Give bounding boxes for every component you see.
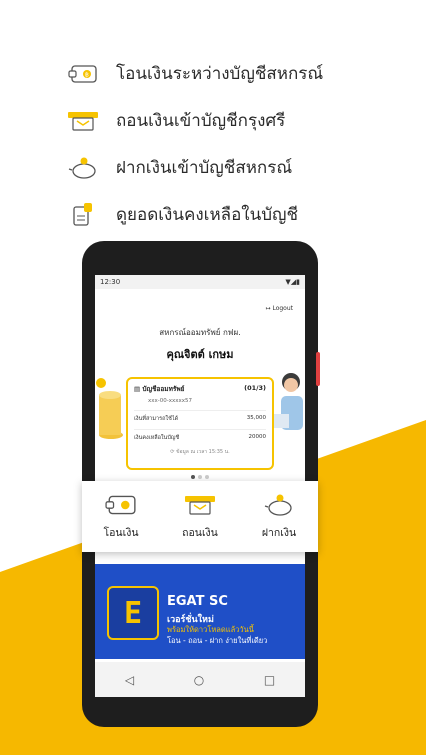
user-name: คุณจิตต์ เกษม	[166, 348, 234, 361]
cash-withdraw-icon	[64, 106, 102, 136]
account-card[interactable]: ▤ บัญชีออมทรัพย์ (01/3) xxx-00-xxxxx57 เ…	[126, 377, 274, 470]
signal-battery-icon: ▼◢▮	[285, 278, 300, 286]
back-icon[interactable]: ◁	[125, 673, 134, 687]
carousel-dots[interactable]	[95, 475, 305, 479]
feature-list: ฿ โอนเงินระหว่างบัญชีสหกรณ์ ถอนเงินเข้าบ…	[64, 50, 384, 238]
refresh-icon: ⟳	[170, 449, 175, 455]
quick-actions: โอนเงิน ถอนเงิน ฝากเงิน	[82, 481, 318, 552]
android-navbar: ◁ ○ □	[95, 662, 305, 697]
banner-line3: โอน - ถอน - ฝาก ง่ายในที่เดียว	[167, 636, 268, 645]
balance-row: เงินคงเหลือในบัญชี 20000	[134, 429, 266, 442]
logout-link[interactable]: ↦ Logout	[266, 305, 294, 312]
cash-withdraw-icon	[184, 490, 216, 520]
person-illustration-icon	[273, 373, 303, 430]
carousel-dot[interactable]	[205, 475, 209, 479]
withdraw-label: ถอนเงิน	[182, 527, 218, 539]
promo-banner[interactable]: E EGAT SC เวอร์ชั่นใหม่ พร้อมให้ดาวโหลดแ…	[95, 564, 305, 659]
home-icon[interactable]: ○	[194, 673, 204, 687]
feature-label: โอนเงินระหว่างบัญชีสหกรณ์	[116, 64, 324, 84]
svg-text:฿: ฿	[85, 71, 89, 78]
logout-label: Logout	[272, 305, 293, 312]
deposit-button[interactable]: ฝากเงิน	[240, 481, 318, 552]
carousel-dot[interactable]	[191, 475, 195, 479]
feature-withdraw: ถอนเงินเข้าบัญชีกรุงศรี	[64, 97, 384, 144]
status-bar: 12:30 ▼◢▮	[95, 275, 305, 289]
balance-label: เงินคงเหลือในบัญชี	[134, 435, 180, 441]
logout-icon: ↦	[265, 305, 271, 312]
card-page: (01/3)	[244, 384, 266, 392]
banner-title: EGAT SC	[167, 594, 228, 609]
coins-illustration-icon	[96, 378, 123, 439]
carousel-dot[interactable]	[198, 475, 202, 479]
transfer-label: โอนเงิน	[103, 527, 139, 539]
available-value: 35,000	[246, 415, 266, 421]
deposit-label: ฝากเงิน	[261, 527, 297, 539]
status-time: 12:30	[100, 278, 121, 286]
piggy-bank-icon	[64, 153, 102, 183]
transfer-button[interactable]: โอนเงิน	[82, 481, 160, 552]
balance-value: 20000	[248, 434, 267, 440]
balance-document-icon	[64, 200, 102, 230]
account-number: xxx-00-xxxxx57	[148, 398, 193, 404]
available-label: เงินที่สามารถใช้ได้	[134, 416, 179, 422]
bank-book-icon: ▤	[134, 385, 141, 393]
feature-transfer: ฿ โอนเงินระหว่างบัญชีสหกรณ์	[64, 50, 384, 97]
phone-side-button	[316, 352, 320, 386]
wallet-transfer-icon: ฿	[64, 59, 102, 89]
feature-label: ฝากเงินเข้าบัญชีสหกรณ์	[116, 158, 293, 178]
withdraw-button[interactable]: ถอนเงิน	[161, 481, 239, 552]
available-row: เงินที่สามารถใช้ได้ 35,000	[134, 410, 266, 423]
coop-name: สหกรณ์ออมทรัพย์ กฟผ.	[159, 328, 241, 337]
card-title: บัญชีออมทรัพย์	[142, 385, 185, 393]
feature-balance: ดูยอดเงินคงเหลือในบัญชี	[64, 191, 384, 238]
feature-label: ถอนเงินเข้าบัญชีกรุงศรี	[116, 111, 286, 131]
egat-logo: E	[107, 586, 159, 640]
wallet-transfer-icon	[105, 490, 137, 520]
feature-deposit: ฝากเงินเข้าบัญชีสหกรณ์	[64, 144, 384, 191]
recent-apps-icon[interactable]: □	[264, 673, 275, 687]
data-time: ⟳ ข้อมูล ณ เวลา 15:35 น.	[170, 449, 230, 455]
feature-label: ดูยอดเงินคงเหลือในบัญชี	[116, 205, 299, 225]
piggy-bank-icon	[263, 490, 295, 520]
